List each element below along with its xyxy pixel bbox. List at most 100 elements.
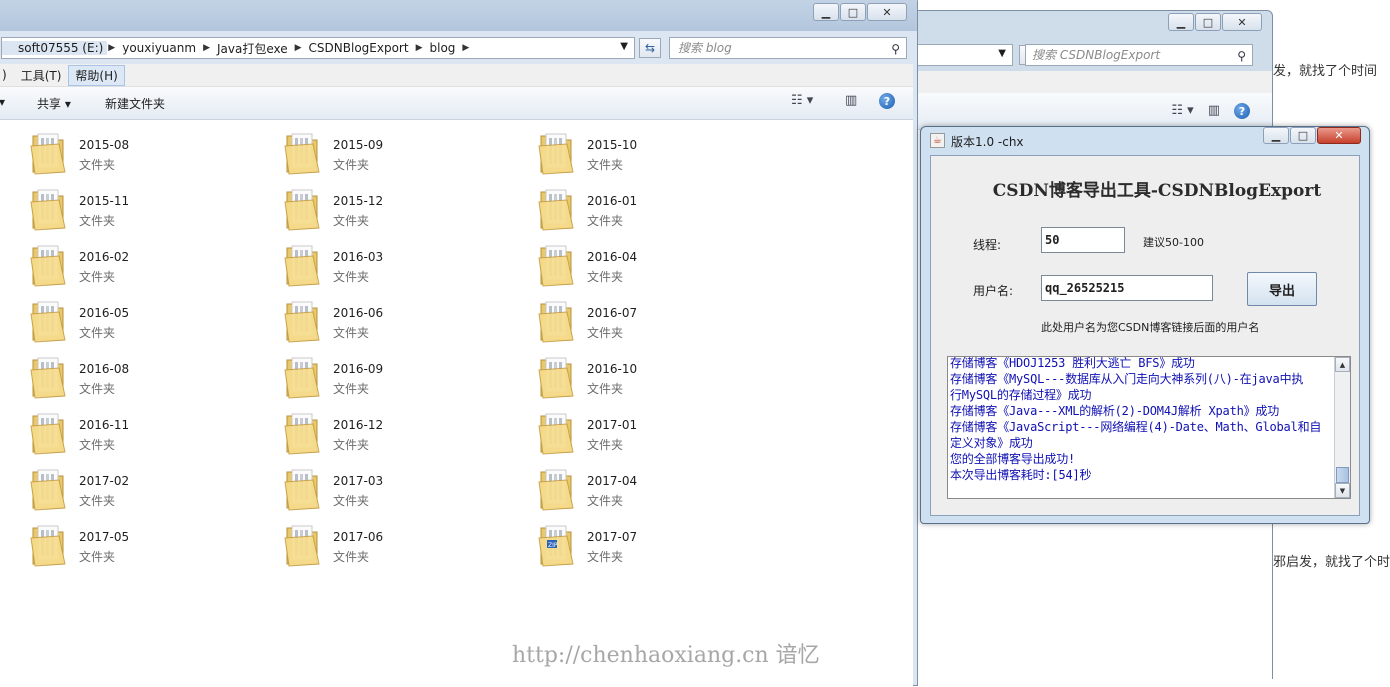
export-button[interactable]: 导出 <box>1247 272 1317 306</box>
close-icon[interactable]: ✕ <box>1222 13 1262 31</box>
folder-icon <box>30 413 66 455</box>
folder-name: 2016-01 <box>587 194 638 208</box>
folder-name: 2017-04 <box>587 474 638 488</box>
log-lines: 存储博客《HDOJ1253 胜利大逃亡 BFS》成功 存储博客《MySQL---数… <box>950 356 1336 483</box>
folder-icon <box>30 133 66 175</box>
folder-item[interactable]: 2016-03 文件夹 <box>283 236 523 287</box>
view-options-icon[interactable]: ☷ ▾ <box>1171 103 1193 119</box>
folder-item[interactable]: 2016-02 文件夹 <box>29 236 269 287</box>
folder-item[interactable]: 2015-11 文件夹 <box>29 180 269 231</box>
share-label: 共享 <box>37 97 62 111</box>
folder-type: 文件夹 <box>79 438 116 452</box>
breadcrumb-java-exe[interactable]: Java打包exe <box>211 40 294 57</box>
minimize-icon[interactable]: ▁ <box>1168 13 1194 31</box>
chevron-right-icon[interactable]: ▶ <box>415 43 424 53</box>
threads-hint: 建议50-100 <box>1143 236 1204 249</box>
explorer-caption-buttons: ▁ □ ✕ <box>812 3 907 21</box>
folder-item[interactable]: 2016-11 文件夹 <box>29 404 269 455</box>
menu-item-tools[interactable]: 工具(T) <box>14 65 69 86</box>
scroll-thumb[interactable] <box>1336 467 1349 483</box>
close-icon[interactable]: ✕ <box>1317 127 1361 144</box>
log-scrollbar[interactable]: ▲ ▼ <box>1334 357 1350 498</box>
search-input[interactable]: 搜索 blog ⚲ <box>669 37 907 59</box>
log-textarea[interactable]: 存储博客《HDOJ1253 胜利大逃亡 BFS》成功 存储博客《MySQL---数… <box>947 356 1351 499</box>
new-folder-button[interactable]: 新建文件夹 <box>105 95 165 112</box>
help-button[interactable]: ? <box>879 93 895 109</box>
folder-item[interactable]: 2016-01 文件夹 <box>537 180 777 231</box>
explorer-window: ▁ □ ✕ soft07555 (E:) ▶ youxiyuanm ▶ Java… <box>0 0 918 687</box>
folder-item[interactable]: 2017-06 文件夹 <box>283 516 523 567</box>
folder-item[interactable]: 2017-05 文件夹 <box>29 516 269 567</box>
minimize-icon[interactable]: ▁ <box>1263 127 1289 144</box>
maximize-icon[interactable]: □ <box>1195 13 1221 31</box>
folder-item[interactable]: 2015-09 文件夹 <box>283 124 523 175</box>
folder-item[interactable]: 2016-10 文件夹 <box>537 348 777 399</box>
chevron-right-icon[interactable]: ▶ <box>202 43 211 53</box>
folder-type: 文件夹 <box>79 326 116 340</box>
breadcrumb-csdnblogexport[interactable]: CSDNBlogExport <box>303 41 415 55</box>
folder-item[interactable]: 2017-03 文件夹 <box>283 460 523 511</box>
folder-item[interactable]: 2015-08 文件夹 <box>29 124 269 175</box>
folder-name: 2017-06 <box>333 530 384 544</box>
breadcrumb-youxiyuanm[interactable]: youxiyuanm <box>116 41 202 55</box>
folder-type: 文件夹 <box>79 382 116 396</box>
folder-name: 2017-07 <box>587 530 638 544</box>
folder-item[interactable]: 2016-07 文件夹 <box>537 292 777 343</box>
folder-item[interactable]: 2015-12 文件夹 <box>283 180 523 231</box>
help-icon[interactable]: ? <box>1234 103 1250 119</box>
close-icon[interactable]: ✕ <box>867 3 907 21</box>
threads-input[interactable]: 50 <box>1041 227 1125 253</box>
chevron-down-icon[interactable]: ▼ <box>998 48 1006 59</box>
explorer-title-bar <box>0 0 917 31</box>
scroll-up-icon[interactable]: ▲ <box>1335 357 1350 372</box>
maximize-icon[interactable]: □ <box>840 3 866 21</box>
log-line: 存储博客《HDOJ1253 胜利大逃亡 BFS》成功 <box>950 356 1195 370</box>
bg-address-bar[interactable]: ▼ <box>913 44 1013 66</box>
folder-icon <box>30 525 66 567</box>
maximize-icon[interactable]: □ <box>1290 127 1316 144</box>
chevron-right-icon[interactable]: ▶ <box>461 43 470 53</box>
chevron-down-icon[interactable]: ▾ <box>0 95 5 109</box>
username-input[interactable]: qq_26525215 <box>1041 275 1213 301</box>
log-line: 您的全部博客导出成功! <box>950 452 1076 466</box>
bg-search-input[interactable]: 搜索 CSDNBlogExport ⚲ <box>1025 44 1253 66</box>
log-line: 本次导出博客耗时:[54]秒 <box>950 468 1092 482</box>
view-options-icon[interactable]: ☷ ▾ <box>791 93 813 108</box>
minimize-icon[interactable]: ▁ <box>813 3 839 21</box>
search-icon[interactable]: ⚲ <box>1237 46 1246 66</box>
zip-folder-icon: ZIP <box>538 525 574 567</box>
folder-item[interactable]: 2016-04 文件夹 <box>537 236 777 287</box>
folder-item[interactable]: 2016-09 文件夹 <box>283 348 523 399</box>
folder-item[interactable]: 2015-10 文件夹 <box>537 124 777 175</box>
bg-toolbar-icons: ☷ ▾ ▥ ? <box>1171 103 1250 119</box>
chevron-right-icon[interactable]: ▶ <box>294 43 303 53</box>
folder-type: 文件夹 <box>587 438 624 452</box>
folder-item[interactable]: 2017-04 文件夹 <box>537 460 777 511</box>
folder-item[interactable]: 2016-12 文件夹 <box>283 404 523 455</box>
folder-icon <box>284 357 320 399</box>
folder-icon <box>30 245 66 287</box>
refresh-icon[interactable]: ⇆ <box>639 38 661 58</box>
chevron-down-icon[interactable]: ▼ <box>620 41 628 52</box>
folder-icon <box>538 189 574 231</box>
scroll-down-icon[interactable]: ▼ <box>1335 483 1350 498</box>
folder-item[interactable]: 2017-01 文件夹 <box>537 404 777 455</box>
preview-pane-icon[interactable]: ▥ <box>845 93 857 108</box>
folder-icon <box>538 469 574 511</box>
breadcrumb-drive[interactable]: soft07555 (E:) <box>2 41 108 55</box>
folder-item[interactable]: 2016-06 文件夹 <box>283 292 523 343</box>
folder-item[interactable]: 2016-08 文件夹 <box>29 348 269 399</box>
folder-item[interactable]: 2017-02 文件夹 <box>29 460 269 511</box>
menu-item-partial[interactable]: ) <box>0 66 14 84</box>
address-bar[interactable]: soft07555 (E:) ▶ youxiyuanm ▶ Java打包exe … <box>1 37 635 59</box>
search-icon[interactable]: ⚲ <box>891 39 900 59</box>
chevron-right-icon[interactable]: ▶ <box>107 43 116 53</box>
folder-item[interactable]: ZIP 2017-07 文件夹 <box>537 516 777 567</box>
menu-item-help[interactable]: 帮助(H) <box>68 64 125 86</box>
share-button[interactable]: 共享 ▾ <box>37 95 71 112</box>
folder-icon <box>538 413 574 455</box>
breadcrumb-blog[interactable]: blog <box>424 41 462 55</box>
folder-icon <box>538 245 574 287</box>
preview-pane-icon[interactable]: ▥ <box>1208 103 1220 119</box>
folder-item[interactable]: 2016-05 文件夹 <box>29 292 269 343</box>
